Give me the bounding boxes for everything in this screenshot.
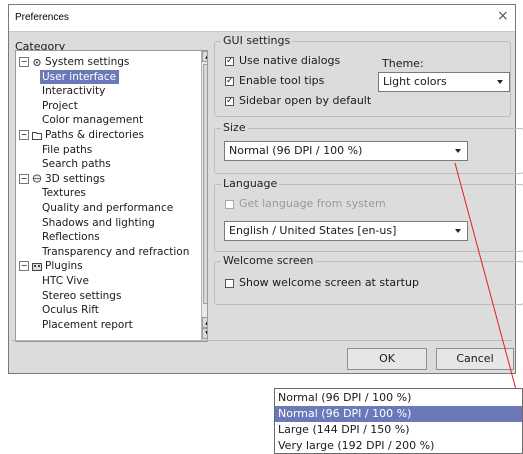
size-option-very-large[interactable]: Very large (192 DPI / 200 %) xyxy=(275,438,522,454)
size-option-large[interactable]: Large (144 DPI / 150 %) xyxy=(275,422,522,438)
size-dropdown-popup: Normal (96 DPI / 100 %) Normal (96 DPI /… xyxy=(274,388,523,454)
size-dropdown-current: Normal (96 DPI / 100 %) xyxy=(278,391,412,404)
size-option-normal[interactable]: Normal (96 DPI / 100 %) xyxy=(275,406,522,422)
annotation-pointer-line xyxy=(454,162,519,398)
